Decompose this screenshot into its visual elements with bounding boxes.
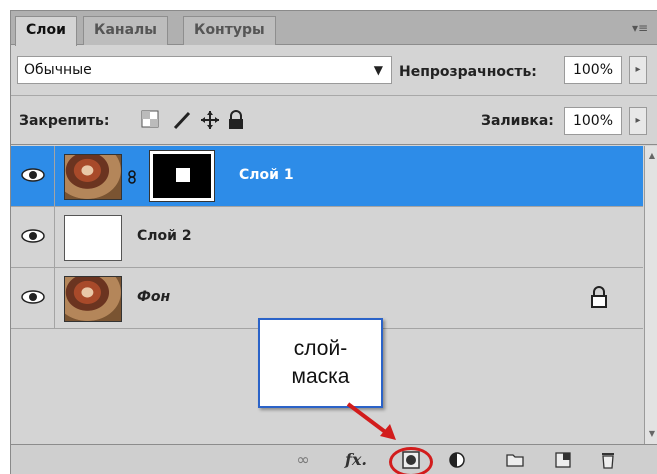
scroll-up-icon[interactable]: ▲ (646, 150, 657, 162)
panel-menu-icon[interactable]: ▾≡ (629, 21, 651, 35)
layer-row-1[interactable]: Слой 1 (11, 146, 643, 207)
scroll-down-icon[interactable]: ▼ (646, 428, 657, 440)
blend-mode-select[interactable]: Обычные ▼ (17, 56, 392, 84)
eye-icon (21, 168, 45, 182)
mask-button-highlight (389, 447, 433, 474)
tab-layers[interactable]: Слои (15, 16, 77, 46)
layer-mask-thumbnail[interactable] (149, 150, 215, 202)
opacity-label: Непрозрачность: (399, 64, 537, 80)
layer-name[interactable]: Слой 2 (137, 228, 192, 244)
layer-name[interactable]: Фон (137, 289, 170, 305)
trash-icon[interactable] (596, 449, 620, 471)
lock-all-icon[interactable] (225, 110, 247, 132)
lock-label: Закрепить: (19, 113, 110, 129)
tab-paths[interactable]: Контуры (183, 16, 276, 45)
callout-line-1: слой- (293, 337, 348, 360)
opacity-slider-button[interactable]: ▸ (629, 56, 647, 84)
visibility-toggle[interactable] (11, 268, 55, 329)
callout-arrow-icon (346, 402, 396, 440)
fill-slider-button[interactable]: ▸ (629, 107, 647, 135)
lock-brush-icon[interactable] (171, 110, 193, 132)
blend-row: Обычные ▼ Непрозрачность: 100% ▸ (11, 46, 657, 96)
lock-icon (591, 286, 607, 308)
eye-icon (21, 290, 45, 304)
lock-transparent-icon[interactable] (139, 110, 161, 132)
blend-mode-value: Обычные (24, 62, 92, 78)
layer-row-2[interactable]: Слой 2 (11, 207, 643, 268)
tab-channels[interactable]: Каналы (83, 16, 168, 45)
lock-row: Закрепить: Заливка: 100% ▸ (11, 97, 657, 145)
visibility-toggle[interactable] (11, 146, 55, 207)
layer-name[interactable]: Слой 1 (239, 167, 294, 183)
layers-scrollbar[interactable]: ▲ ▼ (644, 146, 657, 444)
chevron-down-icon: ▼ (373, 63, 383, 77)
new-layer-icon[interactable] (551, 449, 575, 471)
callout-line-2: маска (291, 365, 350, 388)
group-icon[interactable] (503, 449, 527, 471)
layer-thumbnail[interactable] (64, 276, 122, 322)
layer-thumbnail[interactable] (64, 215, 122, 261)
tab-bar: Слои Каналы Контуры ▾≡ (11, 11, 657, 46)
callout-box: слой- маска (258, 318, 383, 408)
link-layers-icon[interactable]: ∞ (289, 449, 317, 471)
fx-icon[interactable]: fx. (341, 449, 371, 471)
eye-icon (21, 229, 45, 243)
adjustment-icon[interactable] (443, 449, 471, 471)
lock-move-icon[interactable] (199, 110, 221, 132)
layer-thumbnail[interactable] (64, 154, 122, 200)
fx-label: fx (345, 450, 362, 469)
opacity-field[interactable]: 100% (564, 56, 622, 84)
chain-link-icon[interactable] (127, 170, 137, 184)
fill-field[interactable]: 100% (564, 107, 622, 135)
visibility-toggle[interactable] (11, 207, 55, 268)
fill-label: Заливка: (481, 113, 554, 129)
